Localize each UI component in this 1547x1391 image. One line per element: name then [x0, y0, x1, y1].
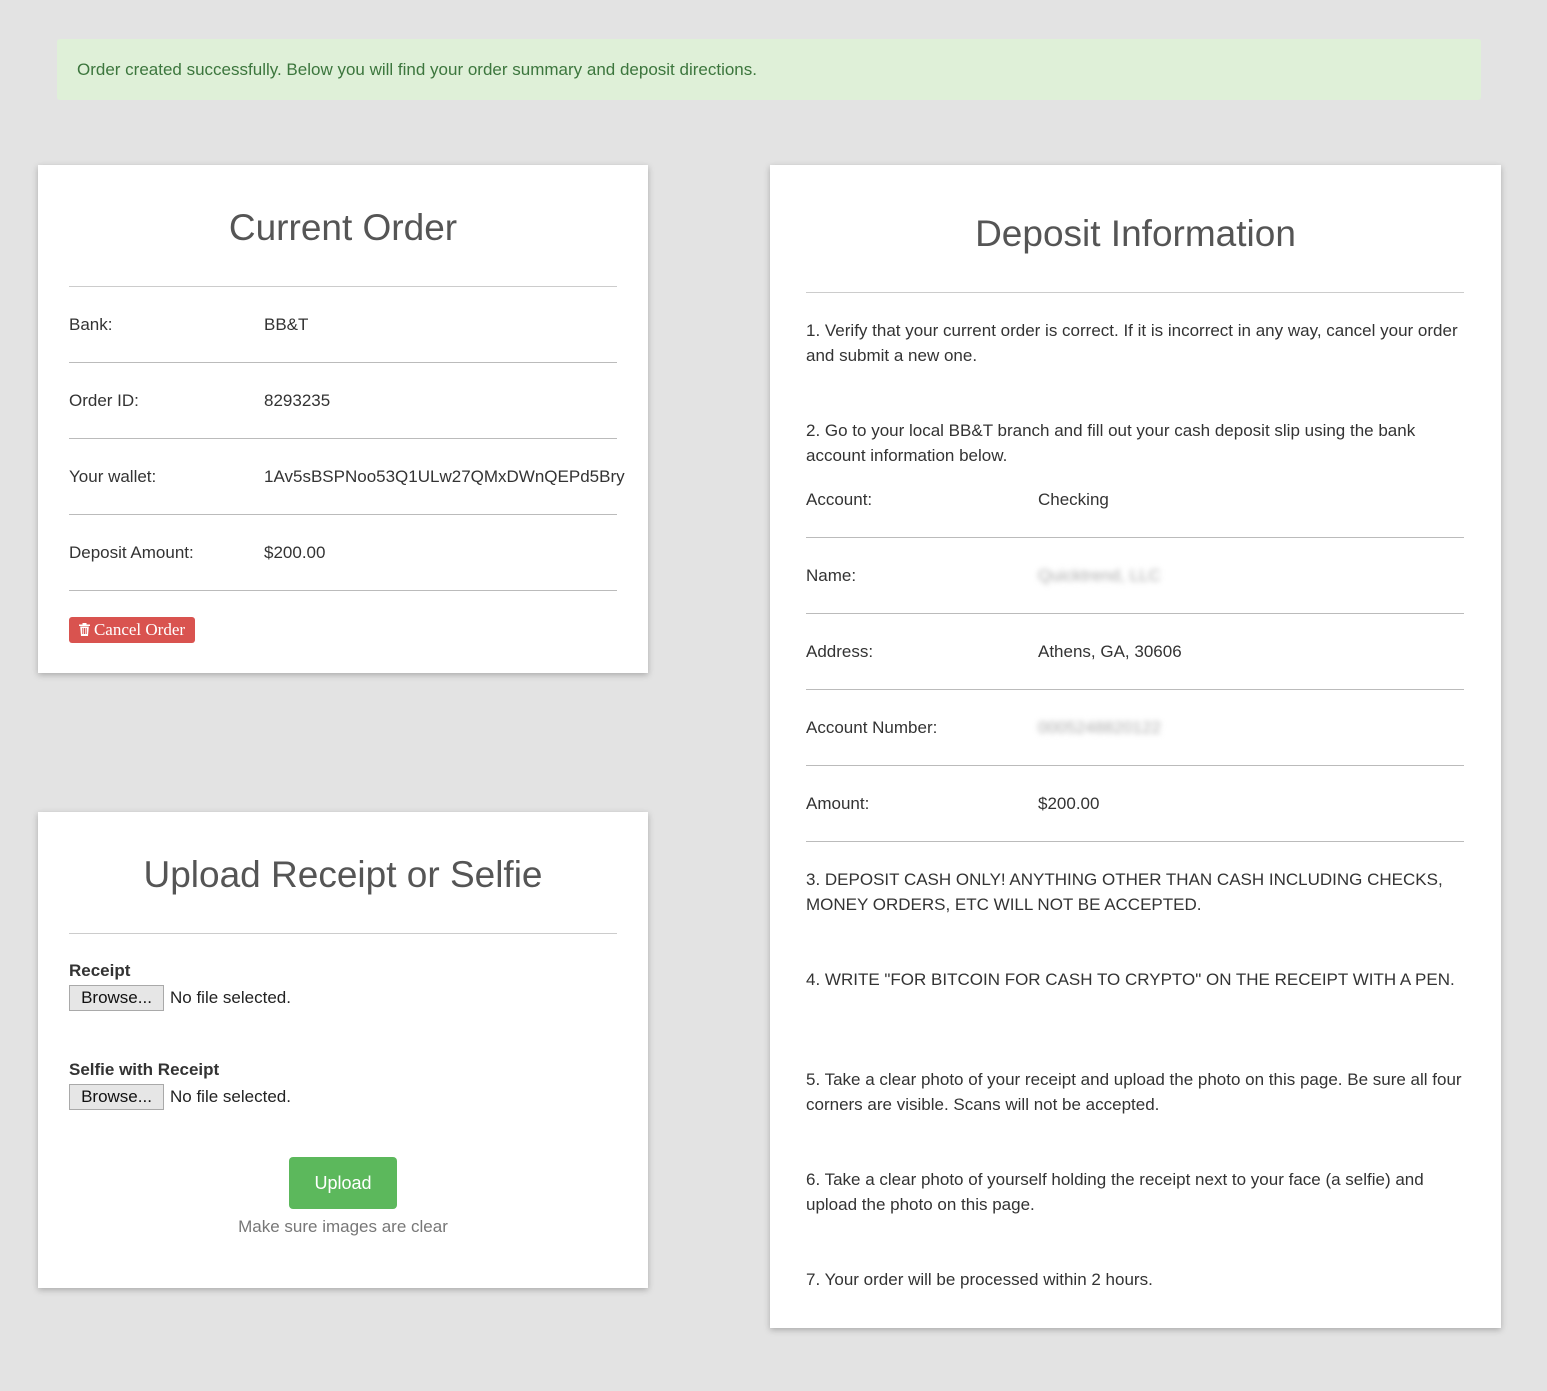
account-row-value: Quicktrend, LLC	[1038, 566, 1161, 585]
trash-icon	[78, 619, 90, 645]
account-row-label: Amount:	[806, 794, 870, 813]
account-row-label: Name:	[806, 566, 857, 585]
selfie-file-status: No file selected.	[170, 1087, 291, 1106]
receipt-label: Receipt	[69, 961, 131, 980]
bank-account-details: Account: Checking Name: Quicktrend, LLC …	[806, 462, 1464, 842]
account-row-address: Address: Athens, GA, 30606	[806, 614, 1464, 690]
upload-card: Upload Receipt or Selfie Receipt Browse.…	[38, 812, 648, 1288]
step-6: 6. Take a clear photo of yourself holdin…	[806, 1170, 1424, 1214]
selfie-browse-button[interactable]: Browse...	[69, 1084, 164, 1110]
cancel-order-button[interactable]: Cancel Order	[69, 617, 195, 643]
step-1: 1. Verify that your current order is cor…	[806, 321, 1458, 365]
step-7: 7. Your order will be processed within 2…	[806, 1270, 1153, 1289]
selfie-file-input[interactable]: Browse... No file selected.	[69, 1084, 291, 1112]
receipt-browse-button[interactable]: Browse...	[69, 985, 164, 1011]
account-row-name: Name: Quicktrend, LLC	[806, 538, 1464, 614]
upload-title: Upload Receipt or Selfie	[143, 854, 543, 895]
account-row-account: Account: Checking	[806, 462, 1464, 538]
upload-note: Make sure images are clear	[238, 1217, 448, 1236]
account-row-label: Account:	[806, 490, 873, 509]
success-alert: Order created successfully. Below you wi…	[57, 39, 1481, 100]
deposit-info-card: Deposit Information 1. Verify that your …	[770, 165, 1501, 1328]
order-row-label: Your wallet:	[69, 467, 157, 486]
order-row-bank: Bank: BB&T	[69, 287, 617, 363]
cancel-order-label: Cancel Order	[93, 620, 186, 639]
account-row-account-number: Account Number: 0005248820122	[806, 690, 1464, 766]
step-4: 4. WRITE "FOR BITCOIN FOR CASH TO CRYPTO…	[806, 970, 1455, 989]
step-5: 5. Take a clear photo of your receipt an…	[806, 1070, 1462, 1114]
order-row-label: Deposit Amount:	[69, 543, 194, 562]
order-details: Bank: BB&T Order ID: 8293235 Your wallet…	[69, 287, 625, 591]
current-order-title: Current Order	[228, 207, 458, 248]
order-row-label: Order ID:	[69, 391, 139, 410]
step-3: 3. DEPOSIT CASH ONLY! ANYTHING OTHER THA…	[806, 870, 1443, 914]
step-2: 2. Go to your local BB&T branch and fill…	[806, 421, 1416, 465]
order-row-deposit-amount: Deposit Amount: $200.00	[69, 515, 617, 591]
order-row-wallet: Your wallet: 1Av5sBSPNoo53Q1ULw27QMxDWnQ…	[69, 439, 625, 515]
order-row-value: 1Av5sBSPNoo53Q1ULw27QMxDWnQEPd5Bry	[264, 467, 625, 486]
account-row-label: Account Number:	[806, 718, 938, 737]
title-divider	[806, 292, 1464, 293]
order-row-value: 8293235	[264, 391, 331, 410]
account-row-value: 0005248820122	[1038, 718, 1161, 737]
receipt-file-input[interactable]: Browse... No file selected.	[69, 985, 291, 1013]
order-row-value: BB&T	[264, 315, 309, 334]
account-row-amount: Amount: $200.00	[806, 766, 1464, 842]
account-row-label: Address:	[806, 642, 874, 661]
upload-button[interactable]: Upload	[289, 1157, 397, 1209]
title-divider	[69, 933, 617, 934]
order-row-value: $200.00	[264, 543, 326, 562]
order-row-order-id: Order ID: 8293235	[69, 363, 617, 439]
success-alert-message: Order created successfully. Below you wi…	[77, 60, 757, 79]
current-order-card: Current Order Bank: BB&T Order ID: 82932…	[38, 165, 648, 673]
deposit-info-title: Deposit Information	[975, 213, 1296, 254]
account-row-value: Athens, GA, 30606	[1038, 642, 1182, 661]
order-row-label: Bank:	[69, 315, 113, 334]
account-row-value: $200.00	[1038, 794, 1100, 813]
account-row-value: Checking	[1038, 490, 1109, 509]
selfie-label: Selfie with Receipt	[69, 1060, 220, 1079]
receipt-file-status: No file selected.	[170, 988, 291, 1007]
